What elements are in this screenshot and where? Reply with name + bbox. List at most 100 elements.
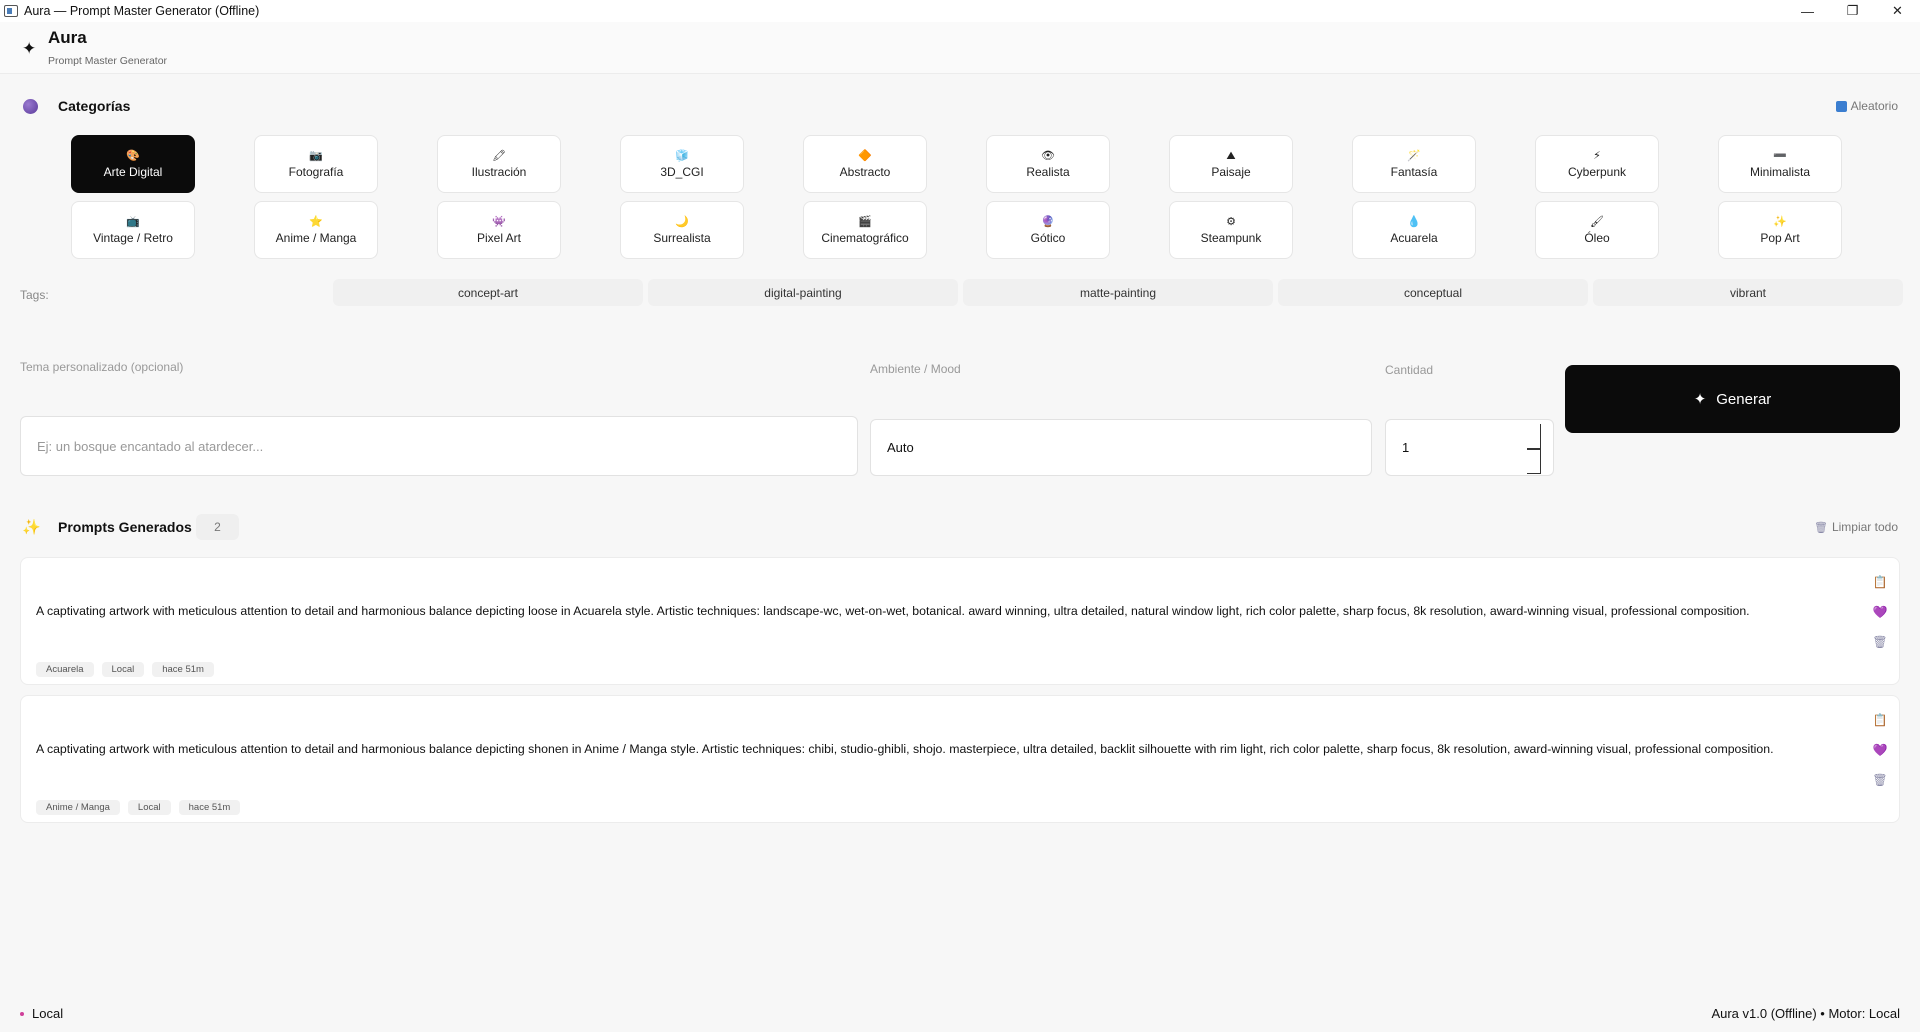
meta-chip: Acuarela bbox=[36, 662, 94, 677]
sparkle-icon: ✦ bbox=[1693, 391, 1707, 408]
category-button[interactable]: 🖍 Ilustración bbox=[437, 135, 561, 193]
generate-button[interactable]: ✦ Generar bbox=[1565, 365, 1900, 433]
category-icon: 🪄 bbox=[1407, 149, 1421, 162]
category-button[interactable]: ✨ Pop Art bbox=[1718, 201, 1842, 259]
meta-chip: hace 51m bbox=[178, 800, 241, 815]
tag-chip[interactable]: conceptual bbox=[1278, 279, 1588, 306]
tag-chip[interactable]: vibrant bbox=[1593, 279, 1903, 306]
close-button[interactable]: ✕ bbox=[1875, 0, 1920, 22]
tag-chip[interactable]: matte-painting bbox=[963, 279, 1273, 306]
prompt-actions: 📋 💜 🗑 bbox=[1872, 572, 1888, 651]
category-icon: ✨ bbox=[1773, 215, 1787, 228]
meta-chip: Anime / Manga bbox=[36, 800, 120, 815]
prompt-text[interactable]: A captivating artwork with meticulous at… bbox=[36, 604, 1750, 618]
meta-chip: hace 51m bbox=[152, 662, 214, 677]
stepper-arrows-icon[interactable] bbox=[1527, 424, 1541, 474]
category-label: 3D_CGI bbox=[660, 164, 704, 179]
category-label: Fotografía bbox=[288, 164, 344, 179]
category-button[interactable]: ⚡ Cyberpunk bbox=[1535, 135, 1659, 193]
trash-icon: 🗑 bbox=[1813, 521, 1828, 534]
category-button[interactable]: 🎨 Arte Digital bbox=[71, 135, 195, 193]
mood-label: Ambiente / Mood bbox=[870, 362, 961, 376]
favorite-icon[interactable]: 💜 bbox=[1873, 740, 1888, 759]
quantity-value: 1 bbox=[1402, 440, 1410, 455]
category-button[interactable]: 👾 Pixel Art bbox=[437, 201, 561, 259]
category-button[interactable]: 🔶 Abstracto bbox=[803, 135, 927, 193]
category-icon: 🌙 bbox=[675, 215, 689, 228]
quantity-stepper[interactable]: 1 bbox=[1385, 419, 1554, 476]
prompt-meta: Acuarela Local hace 51m bbox=[36, 662, 214, 677]
copy-icon[interactable]: 📋 bbox=[1873, 572, 1888, 591]
category-label: Pixel Art bbox=[476, 230, 521, 245]
category-icon: 🔮 bbox=[1041, 215, 1055, 228]
category-icon: ⚙ bbox=[1226, 215, 1236, 228]
category-button[interactable]: 🔮 Gótico bbox=[986, 201, 1110, 259]
prompt-actions: 📋 💜 🗑 bbox=[1872, 710, 1888, 789]
window-controls: — ❐ ✕ bbox=[1785, 0, 1920, 22]
categories-title: Categorías bbox=[58, 98, 131, 114]
random-button[interactable]: Aleatorio bbox=[1835, 99, 1898, 113]
category-button[interactable]: 📷 Fotografía bbox=[254, 135, 378, 193]
theme-input[interactable]: Ej: un bosque encantado al atardecer... bbox=[20, 416, 858, 476]
category-icon: 🎬 bbox=[858, 215, 872, 228]
category-label: Pop Art bbox=[1760, 230, 1800, 245]
version-status: Aura v1.0 (Offline) • Motor: Local bbox=[1711, 1006, 1900, 1021]
copy-icon[interactable]: 📋 bbox=[1873, 710, 1888, 729]
category-label: Cyberpunk bbox=[1567, 164, 1627, 179]
category-label: Acuarela bbox=[1390, 230, 1438, 245]
generate-label: Generar bbox=[1716, 390, 1772, 408]
tag-chip[interactable]: concept-art bbox=[333, 279, 643, 306]
category-button[interactable]: ⚙ Steampunk bbox=[1169, 201, 1293, 259]
prompt-text[interactable]: A captivating artwork with meticulous at… bbox=[36, 742, 1774, 756]
trash-icon[interactable]: 🗑 bbox=[1872, 770, 1887, 789]
app-icon bbox=[4, 5, 18, 17]
engine-status: Local bbox=[32, 1006, 64, 1021]
category-button[interactable]: 🪄 Fantasía bbox=[1352, 135, 1476, 193]
clear-all-button[interactable]: 🗑 Limpiar todo bbox=[1814, 520, 1898, 534]
category-label: Fantasía bbox=[1390, 164, 1438, 179]
meta-chip: Local bbox=[127, 800, 171, 815]
category-icon: 🖌 bbox=[1590, 215, 1604, 228]
tag-chip[interactable]: digital-painting bbox=[648, 279, 958, 306]
category-label: Minimalista bbox=[1749, 164, 1810, 179]
theme-label: Tema personalizado (opcional) bbox=[20, 360, 184, 374]
category-button[interactable]: 🎬 Cinematográfico bbox=[803, 201, 927, 259]
category-label: Gótico bbox=[1030, 230, 1066, 245]
category-button[interactable]: 📺 Vintage / Retro bbox=[71, 201, 195, 259]
sparkles-icon: ✨ bbox=[22, 519, 41, 536]
category-button[interactable]: 🌙 Surrealista bbox=[620, 201, 744, 259]
window-titlebar: Aura — Prompt Master Generator (Offline)… bbox=[0, 0, 1920, 22]
category-label: Surrealista bbox=[653, 230, 711, 245]
category-label: Arte Digital bbox=[103, 164, 163, 179]
category-button[interactable]: 🧊 3D_CGI bbox=[620, 135, 744, 193]
category-icon: 💧 bbox=[1407, 215, 1421, 228]
tags-label: Tags: bbox=[20, 288, 49, 302]
category-icon: 📺 bbox=[126, 215, 140, 228]
category-button[interactable]: ⛰ Paisaje bbox=[1169, 135, 1293, 193]
category-button[interactable]: 🖌 Óleo bbox=[1535, 201, 1659, 259]
category-icon: 👾 bbox=[492, 215, 506, 228]
category-icon: ⭐ bbox=[309, 215, 323, 228]
favorite-icon[interactable]: 💜 bbox=[1873, 602, 1888, 621]
app-name: Aura bbox=[48, 28, 87, 47]
restore-button[interactable]: ❐ bbox=[1830, 0, 1875, 22]
category-button[interactable]: 💧 Acuarela bbox=[1352, 201, 1476, 259]
quantity-label: Cantidad bbox=[1385, 363, 1434, 377]
minimize-button[interactable]: — bbox=[1785, 0, 1830, 22]
prompt-card: A captivating artwork with meticulous at… bbox=[20, 557, 1900, 685]
category-label: Vintage / Retro bbox=[93, 230, 173, 245]
palette-icon bbox=[23, 99, 38, 114]
category-label: Abstracto bbox=[839, 164, 891, 179]
trash-icon[interactable]: 🗑 bbox=[1872, 632, 1887, 651]
category-label: Cinematográfico bbox=[821, 230, 909, 245]
category-button[interactable]: ➖ Minimalista bbox=[1718, 135, 1842, 193]
category-label: Ilustración bbox=[471, 164, 527, 179]
category-button[interactable]: ⭐ Anime / Manga bbox=[254, 201, 378, 259]
prompt-card: A captivating artwork with meticulous at… bbox=[20, 695, 1900, 823]
category-icon: 👁 bbox=[1041, 149, 1055, 162]
category-label: Óleo bbox=[1584, 230, 1610, 245]
category-icon: 🎨 bbox=[126, 149, 140, 162]
mood-select[interactable]: Auto bbox=[870, 419, 1372, 476]
category-button[interactable]: 👁 Realista bbox=[986, 135, 1110, 193]
app-header: ✦ Aura Prompt Master Generator bbox=[0, 22, 1920, 74]
